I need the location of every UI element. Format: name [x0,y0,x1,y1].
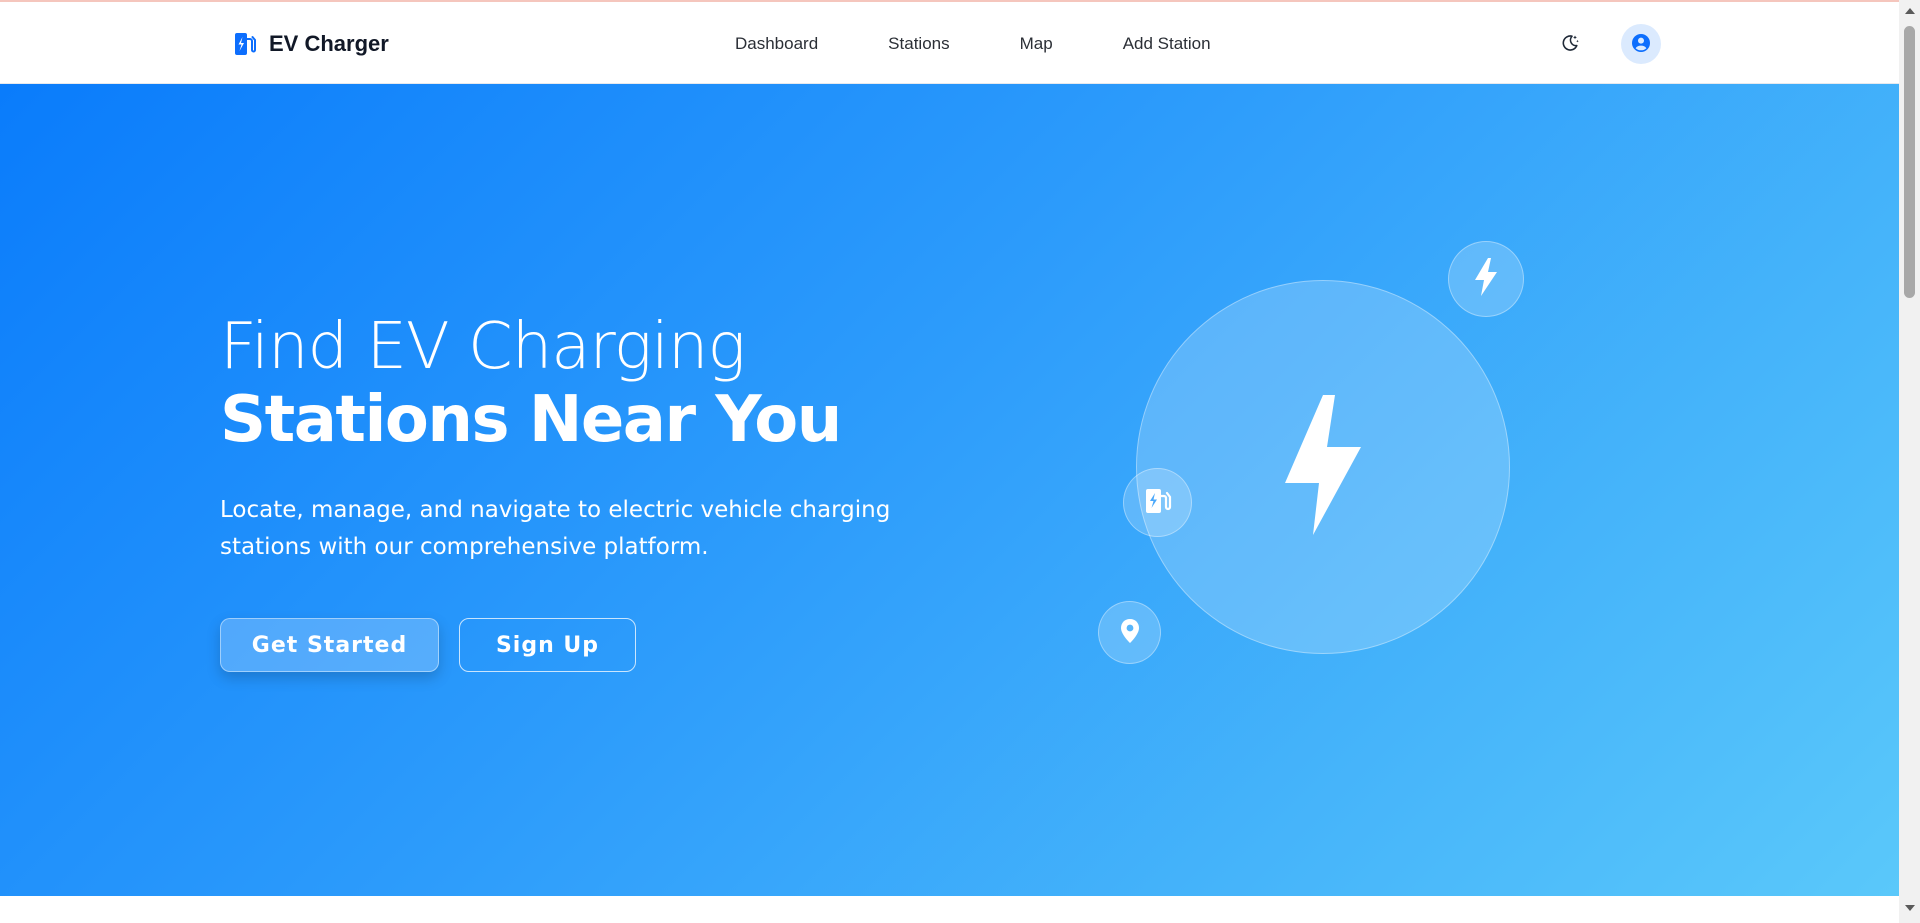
nav-link-add-station[interactable]: Add Station [1123,34,1211,54]
lightning-icon [1474,258,1498,300]
location-pin-icon [1120,618,1140,648]
get-started-button[interactable]: Get Started [220,618,439,672]
hero-illustration-station-badge [1123,468,1192,537]
scroll-down-arrow-icon[interactable] [1905,905,1915,911]
user-circle-icon [1631,33,1651,56]
hero-title: Find EV Charging Stations Near You [220,310,842,458]
hero-illustration-bolt-badge [1448,241,1524,317]
sign-up-button[interactable]: Sign Up [459,618,636,672]
hero-title-line-1: Find EV Charging [220,310,746,384]
ev-station-icon [1144,487,1172,519]
nav-links: Dashboard Stations Map Add Station [700,28,1246,60]
hero-illustration-pin-badge [1098,601,1161,664]
moon-stars-icon [1560,33,1580,56]
lightning-icon [1283,395,1363,539]
brand-name: EV Charger [269,31,389,56]
scroll-up-arrow-icon[interactable] [1905,8,1915,14]
hero-title-line-2: Stations Near You [220,383,842,458]
brand-link[interactable]: EV Charger [231,28,389,60]
nav-link-map[interactable]: Map [1020,34,1053,54]
hero-subtitle: Locate, manage, and navigate to electric… [220,497,891,560]
profile-button[interactable] [1621,24,1661,64]
ev-station-icon [231,30,259,58]
theme-toggle-button[interactable] [1555,29,1585,59]
nav-link-dashboard[interactable]: Dashboard [735,34,818,54]
hero-section: Find EV Charging Stations Near You Locat… [0,84,1899,896]
scrollbar-thumb[interactable] [1904,26,1915,298]
nav-link-stations[interactable]: Stations [888,34,949,54]
navbar: EV Charger Dashboard Stations Map Add St… [0,2,1899,84]
page-scrollbar[interactable] [1899,0,1920,923]
hero-illustration-main-circle [1136,280,1510,654]
